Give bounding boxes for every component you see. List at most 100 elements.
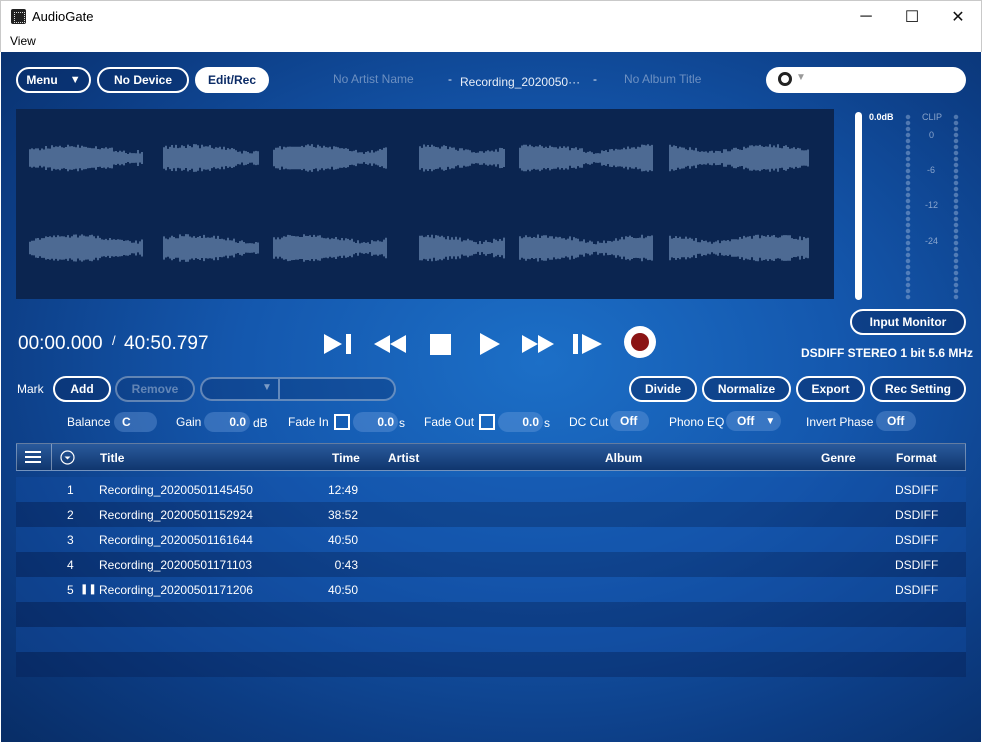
track-title-cell: Recording_20200501152924	[99, 508, 253, 522]
current-time: 00:00.000	[18, 333, 103, 354]
gain-unit: dB	[253, 416, 268, 430]
search-icon	[778, 72, 792, 86]
sort-icon[interactable]	[60, 450, 75, 465]
play-icon	[480, 333, 500, 355]
track-format-cell: DSDIFF	[895, 558, 939, 572]
mark-label: Mark	[17, 382, 44, 396]
table-row[interactable]: 1 Recording_20200501145450 12:49 DSDIFF	[16, 477, 966, 502]
separator: -	[448, 72, 452, 86]
menu-button-label: Menu	[26, 73, 58, 87]
fade-in-field[interactable]: 0.0	[353, 412, 398, 432]
mark-select[interactable]: ▼	[200, 377, 396, 401]
fade-out-checkbox[interactable]	[479, 414, 495, 430]
meter-scale-0: 0	[929, 130, 935, 140]
column-header-title[interactable]: Title	[100, 451, 124, 465]
divider	[51, 444, 52, 470]
normalize-button[interactable]: Normalize	[702, 376, 791, 402]
table-row[interactable]: 2 Recording_20200501152924 38:52 DSDIFF	[16, 502, 966, 527]
waveform-channel	[29, 234, 809, 262]
track-title-cell: Recording_20200501161644	[99, 533, 253, 547]
close-button[interactable]: ✕	[935, 1, 981, 32]
balance-field[interactable]: C	[114, 412, 157, 432]
main-panel: Menu ▼ No Device Edit/Rec No Artist Name…	[1, 52, 981, 742]
step-forward-button[interactable]	[572, 329, 606, 359]
time-separator: /	[112, 333, 116, 348]
pause-icon: ❚❚	[80, 584, 97, 595]
chevron-down-icon: ▼	[262, 382, 272, 393]
phono-eq-select[interactable]: Off ▼	[726, 411, 781, 431]
gain-label: Gain	[176, 415, 202, 429]
play-skip-icon	[324, 334, 351, 354]
track-title-cell: Recording_20200501171103	[99, 558, 253, 572]
divider	[278, 379, 280, 399]
dc-cut-toggle[interactable]: Off	[610, 411, 649, 431]
minimize-button[interactable]: ─	[843, 1, 889, 32]
total-time: 40:50.797	[124, 333, 209, 354]
track-format-cell: DSDIFF	[895, 483, 939, 497]
table-row[interactable]	[16, 627, 966, 652]
rewind-button[interactable]	[372, 329, 408, 359]
invert-phase-toggle[interactable]: Off	[876, 411, 916, 431]
format-info: DSDIFF STEREO 1 bit 5.6 MHz	[801, 346, 974, 360]
track-title: Recording_2020050···	[460, 75, 581, 89]
step-forward-icon	[573, 334, 602, 354]
fast-forward-button[interactable]	[520, 329, 556, 359]
track-table-header: Title Time Artist Album Genre Format	[16, 443, 966, 471]
track-number: 5	[67, 583, 74, 597]
fade-out-label: Fade Out	[424, 415, 475, 429]
table-row[interactable]	[16, 602, 966, 627]
artist-name: No Artist Name	[333, 72, 414, 86]
track-title-cell: Recording_20200501145450	[99, 483, 253, 497]
track-title-cell: Recording_20200501171206	[99, 583, 253, 597]
table-row[interactable]: 3 Recording_20200501161644 40:50 DSDIFF	[16, 527, 966, 552]
table-row[interactable]: 5 Recording_20200501171206 40:50 DSDIFF ❚❚	[16, 577, 966, 602]
fade-out-field[interactable]: 0.0	[498, 412, 543, 432]
menu-view[interactable]: View	[10, 34, 36, 48]
separator: -	[593, 72, 597, 86]
chevron-down-icon: ▼	[765, 415, 776, 427]
track-number: 2	[67, 508, 74, 522]
play-button[interactable]	[478, 329, 502, 359]
album-title: No Album Title	[624, 72, 702, 86]
waveform-display[interactable]	[16, 109, 834, 299]
list-menu-icon[interactable]	[25, 450, 41, 464]
input-monitor-button[interactable]: Input Monitor	[850, 309, 966, 335]
search-input[interactable]: ▼	[766, 67, 966, 93]
rec-setting-button[interactable]: Rec Setting	[870, 376, 966, 402]
stop-icon	[430, 334, 451, 355]
column-header-artist[interactable]: Artist	[388, 451, 419, 465]
column-header-time[interactable]: Time	[332, 451, 360, 465]
column-header-format[interactable]: Format	[896, 451, 937, 465]
divide-button[interactable]: Divide	[629, 376, 697, 402]
table-row[interactable]: 4 Recording_20200501171103 0:43 DSDIFF	[16, 552, 966, 577]
menu-bar: View	[0, 31, 982, 52]
column-header-album[interactable]: Album	[605, 451, 642, 465]
fade-out-unit: s	[544, 416, 550, 430]
remove-mark-button[interactable]: Remove	[115, 376, 195, 402]
gain-field[interactable]: 0.0	[204, 412, 250, 432]
track-number: 4	[67, 558, 74, 572]
fade-in-checkbox[interactable]	[334, 414, 350, 430]
device-button[interactable]: No Device	[97, 67, 189, 93]
edit-rec-button[interactable]: Edit/Rec	[195, 67, 269, 93]
menu-button[interactable]: Menu ▼	[16, 67, 91, 93]
track-format-cell: DSDIFF	[895, 533, 939, 547]
app-icon	[11, 9, 26, 24]
fade-in-unit: s	[399, 416, 405, 430]
skip-to-start-button[interactable]	[322, 329, 356, 359]
maximize-button[interactable]: ☐	[889, 1, 935, 32]
invert-phase-label: Invert Phase	[806, 415, 874, 429]
track-number: 1	[67, 483, 74, 497]
table-row[interactable]	[16, 652, 966, 677]
column-header-genre[interactable]: Genre	[821, 451, 856, 465]
waveform	[29, 144, 809, 262]
clip-label: CLIP	[922, 112, 943, 122]
stop-button[interactable]	[429, 329, 453, 359]
track-time-cell: 0:43	[334, 558, 358, 572]
add-mark-button[interactable]: Add	[53, 376, 111, 402]
track-time-cell: 40:50	[327, 583, 358, 597]
level-meter-right	[953, 114, 959, 300]
level-meter-left	[905, 114, 911, 300]
record-button[interactable]	[623, 326, 657, 358]
export-button[interactable]: Export	[796, 376, 865, 402]
